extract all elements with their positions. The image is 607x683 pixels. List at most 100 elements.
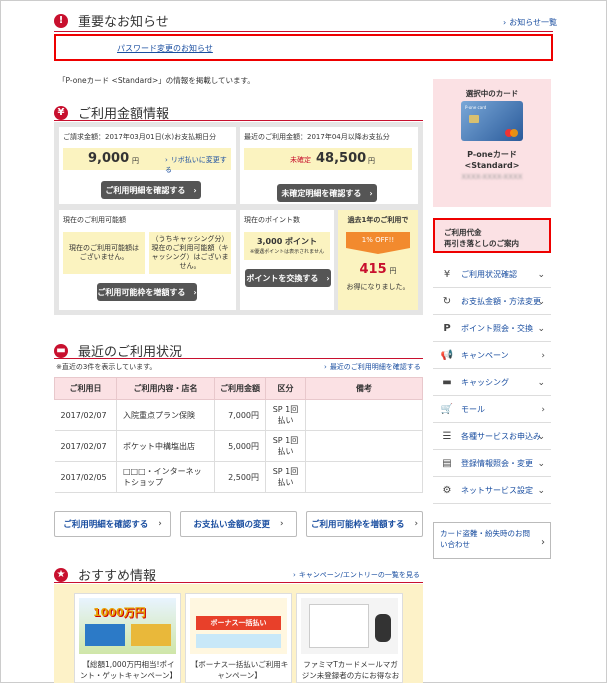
campaign-list-link[interactable]: › キャンペーン/エントリーの一覧を見る (293, 570, 420, 580)
history-note: ※直近の3件を表示しています。 (56, 363, 157, 371)
list-icon: ☰ (442, 431, 452, 442)
saved-amount: 415 (359, 262, 387, 277)
chevron-right-icon: › (324, 363, 327, 371)
sidebar-item-cashing[interactable]: ▬ キャッシング ⌄ (433, 370, 551, 396)
chevron-right-icon: › (326, 273, 330, 283)
sidebar-item-registration[interactable]: ▤ 登録情報照会・変更 ⌄ (433, 451, 551, 477)
chevron-right-icon: › (280, 519, 284, 529)
chevron-right-icon: › (541, 350, 545, 361)
card-info-text: 「P-oneカード <Standard>」の情報を掲載しています。 (58, 76, 255, 85)
chevron-down-icon: ⌄ (537, 296, 545, 307)
notice-title: 重要なお知らせ (78, 15, 169, 30)
alert-icon: ! (54, 13, 68, 28)
document-icon: ▤ (442, 458, 452, 469)
banner-card[interactable]: ファミマTカードメールマガジン未登録者の方にお得なお (296, 593, 403, 683)
unconfirmed-label: 未確定 (290, 156, 311, 164)
sidebar-item-points[interactable]: P ポイント照会・交換 ⌄ (433, 316, 551, 342)
view-statement-button[interactable]: ご利用明細を確認する › (101, 181, 201, 199)
points-value: 3,000 ポイント (256, 237, 318, 246)
card-icon: ▬ (54, 343, 68, 358)
refresh-icon: ↻ (442, 296, 452, 307)
character-image (375, 614, 391, 642)
yen-icon: ¥ (54, 105, 68, 120)
banner-image (301, 598, 398, 654)
chevron-right-icon: › (193, 287, 197, 297)
available-box: 現在のご利用可能額 現在のご利用可能額はございません。 （うちキャッシング分）現… (59, 210, 236, 310)
chevron-right-icon: › (503, 18, 507, 27)
points-icon: P (443, 323, 451, 334)
unconfirmed-statement-button[interactable]: 未確定明細を確認する › (277, 184, 377, 202)
table-row: 2017/02/05 □□□・インターネットショップ 2,500円 SP 1回払… (54, 461, 423, 493)
increase-limit-button[interactable]: ご利用可能枠を増額する › (97, 283, 197, 301)
divider (54, 582, 423, 583)
chevron-right-icon: › (541, 537, 545, 548)
gear-icon: ⚙ (442, 485, 452, 496)
billing-amount: 9,000 (88, 151, 130, 166)
notice-box: パスワード変更のお知らせ (54, 34, 553, 61)
divider (54, 31, 553, 32)
chevron-right-icon: › (158, 519, 162, 529)
chevron-right-icon: › (369, 188, 373, 198)
chevron-down-icon: ⌄ (537, 485, 545, 496)
banner-card[interactable]: 1000万円 【総額1,000万円相当!ポイント・ゲットキャンペーン】 (74, 593, 181, 683)
chevron-down-icon: ⌄ (537, 377, 545, 388)
chevron-down-icon: ⌄ (537, 269, 545, 280)
view-statement-bottom-button[interactable]: ご利用明細を確認する › (54, 511, 171, 537)
chip-icon (469, 115, 479, 123)
usage-panel: ご請求金額：2017年03月01日(水)お支払期日分 9,000 円 › リボ払い… (54, 122, 423, 315)
available-message: 現在のご利用可能額はございません。 (63, 232, 145, 274)
chevron-right-icon: › (414, 519, 419, 529)
recent-box: 最近のご利用金額：2017年04月以降お支払分 未確定 48,500 円 未確定… (240, 127, 418, 204)
increase-limit-bottom-button[interactable]: ご利用可能枠を増額する › (306, 511, 423, 537)
history-table: ご利用日 ご利用内容・店名 ご利用金額 区分 備考 2017/02/07 入院重… (54, 377, 423, 493)
recommend-panel: 1000万円 【総額1,000万円相当!ポイント・ゲットキャンペーン】 ボーナス… (54, 584, 423, 683)
mastercard-icon (510, 129, 518, 137)
re-debit-notice[interactable]: ご利用代金 再引き落としのご案内 (433, 218, 551, 253)
divider (54, 358, 423, 359)
chevron-down-icon: ⌄ (537, 431, 545, 442)
year-savings-box: 過去1年のご利用で 1% OFF!! 415 円 お得になりました。 (338, 210, 418, 310)
notice-heading: ! 重要なお知らせ (54, 11, 169, 30)
lost-card-button[interactable]: カード盗難・紛失時のお問い合わせ › (433, 522, 551, 559)
chevron-down-icon: ⌄ (537, 323, 545, 334)
history-link[interactable]: › 最近のご利用明細を確認する (324, 362, 421, 372)
sidebar-item-campaign[interactable]: 📢 キャンペーン › (433, 343, 551, 369)
points-value-box: 3,000 ポイント ※優遇ポイントは表示されません (244, 232, 330, 260)
off-badge: 1% OFF!! (346, 232, 410, 248)
notice-list-link[interactable]: › お知らせ一覧 (503, 17, 557, 28)
card-name: P-oneカード (467, 150, 517, 159)
chevron-right-icon: › (293, 571, 296, 579)
card-type: <Standard> (464, 161, 520, 170)
revo-link[interactable]: › リボ払いに変更する (165, 155, 231, 175)
exchange-points-button[interactable]: ポイントを交換する › (245, 269, 331, 287)
banner-image: ボーナス一括払い (190, 598, 287, 654)
sidebar-item-net-settings[interactable]: ⚙ ネットサービス設定 ⌄ (433, 478, 551, 504)
banner-card[interactable]: ボーナス一括払い 【ボーナス一括払いご利用キャンペーン】 (185, 593, 292, 683)
sidebar-item-payment-change[interactable]: ↻ お支払金額・方法変更 ⌄ (433, 289, 551, 315)
banner-image: 1000万円 (79, 598, 176, 654)
divider (54, 120, 423, 121)
recent-amount: 48,500 (316, 151, 367, 166)
chevron-right-icon: › (541, 404, 545, 415)
card-image: P-one card (461, 101, 523, 141)
card-number: XXXX-XXXX-XXXX (461, 173, 523, 181)
chevron-down-icon: ⌄ (537, 458, 545, 469)
sidebar-item-services[interactable]: ☰ 各種サービスお申込み ⌄ (433, 424, 551, 450)
star-icon: ★ (54, 567, 68, 582)
recent-amount-box: 未確定 48,500 円 (244, 148, 412, 170)
sidebar-item-mall[interactable]: 🛒 モール › (433, 397, 551, 423)
megaphone-icon: 📢 (440, 350, 454, 361)
yen-icon: ¥ (443, 269, 451, 280)
sidebar-item-usage-status[interactable]: ¥ ご利用状況確認 ⌄ (433, 262, 551, 288)
billing-amount-box: 9,000 円 › リボ払いに変更する (63, 148, 231, 174)
chevron-right-icon: › (193, 185, 197, 195)
change-payment-button[interactable]: お支払い金額の変更 › (180, 511, 297, 537)
cart-icon: 🛒 (440, 404, 454, 415)
table-row: 2017/02/07 入院重点プラン保険 7,000円 SP 1回払い (54, 399, 423, 431)
billing-box: ご請求金額：2017年03月01日(水)お支払期日分 9,000 円 › リボ払い… (59, 127, 236, 204)
points-box: 現在のポイント数 3,000 ポイント ※優遇ポイントは表示されません ポイント… (240, 210, 334, 310)
card-icon: ▬ (442, 377, 452, 388)
cashing-message: （うちキャッシング分）現在のご利用可能額（キャッシング）はございません。 (149, 232, 231, 274)
password-change-link[interactable]: パスワード変更のお知らせ (117, 43, 213, 54)
table-row: 2017/02/07 ポケット中構塩出店 5,000円 SP 1回払い (54, 430, 423, 462)
